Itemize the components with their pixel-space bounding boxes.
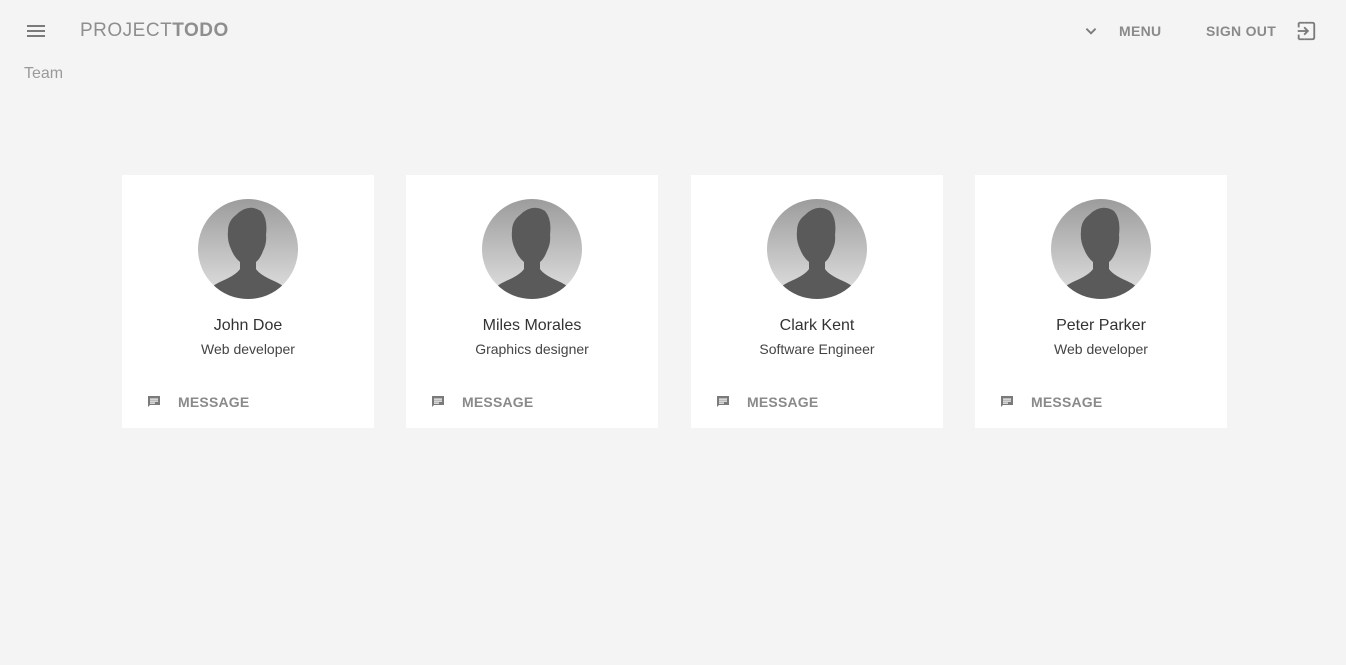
- member-name: Peter Parker: [1056, 317, 1146, 334]
- message-label: MESSAGE: [747, 394, 819, 410]
- message-button[interactable]: MESSAGE: [430, 392, 533, 412]
- menu-dropdown-button[interactable]: MENU: [1080, 19, 1161, 43]
- member-name: John Doe: [213, 317, 283, 334]
- avatar: [1051, 199, 1151, 299]
- brand-prefix: PROJECT: [80, 20, 173, 41]
- person-silhouette-icon: [767, 199, 867, 299]
- message-button[interactable]: MESSAGE: [146, 392, 249, 412]
- chevron-down-icon: [1080, 20, 1102, 42]
- chat-icon: [146, 394, 162, 410]
- page-title: Team: [24, 65, 64, 82]
- chat-icon: [999, 394, 1015, 410]
- app-brand-logo[interactable]: PROJECTTODO: [80, 20, 229, 42]
- member-role: Web developer: [1054, 341, 1148, 357]
- member-name: Miles Morales: [482, 317, 582, 334]
- member-name: Clark Kent: [779, 317, 855, 334]
- exit-to-app-icon: [1295, 20, 1317, 42]
- hamburger-menu-icon[interactable]: [24, 19, 48, 43]
- team-member-card: John Doe Web developer MESSAGE: [122, 175, 374, 428]
- member-role: Graphics designer: [475, 341, 589, 357]
- team-member-card: Miles Morales Graphics designer MESSAGE: [406, 175, 658, 428]
- sign-out-button[interactable]: SIGN OUT: [1206, 19, 1317, 43]
- message-label: MESSAGE: [178, 394, 250, 410]
- menu-label: MENU: [1119, 23, 1162, 39]
- chat-icon: [715, 394, 731, 410]
- member-role: Web developer: [201, 341, 295, 357]
- message-button[interactable]: MESSAGE: [715, 392, 818, 412]
- chat-icon: [430, 394, 446, 410]
- message-label: MESSAGE: [462, 394, 534, 410]
- brand-suffix: TODO: [172, 20, 229, 41]
- avatar: [198, 199, 298, 299]
- person-silhouette-icon: [198, 199, 298, 299]
- message-button[interactable]: MESSAGE: [999, 392, 1102, 412]
- person-silhouette-icon: [482, 199, 582, 299]
- top-app-bar: PROJECTTODO MENU SIGN OUT: [0, 0, 1346, 62]
- avatar: [767, 199, 867, 299]
- sign-out-label: SIGN OUT: [1206, 23, 1277, 39]
- avatar: [482, 199, 582, 299]
- team-member-card: Peter Parker Web developer MESSAGE: [975, 175, 1227, 428]
- person-silhouette-icon: [1051, 199, 1151, 299]
- team-member-card: Clark Kent Software Engineer MESSAGE: [691, 175, 943, 428]
- member-role: Software Engineer: [759, 341, 875, 357]
- message-label: MESSAGE: [1031, 394, 1103, 410]
